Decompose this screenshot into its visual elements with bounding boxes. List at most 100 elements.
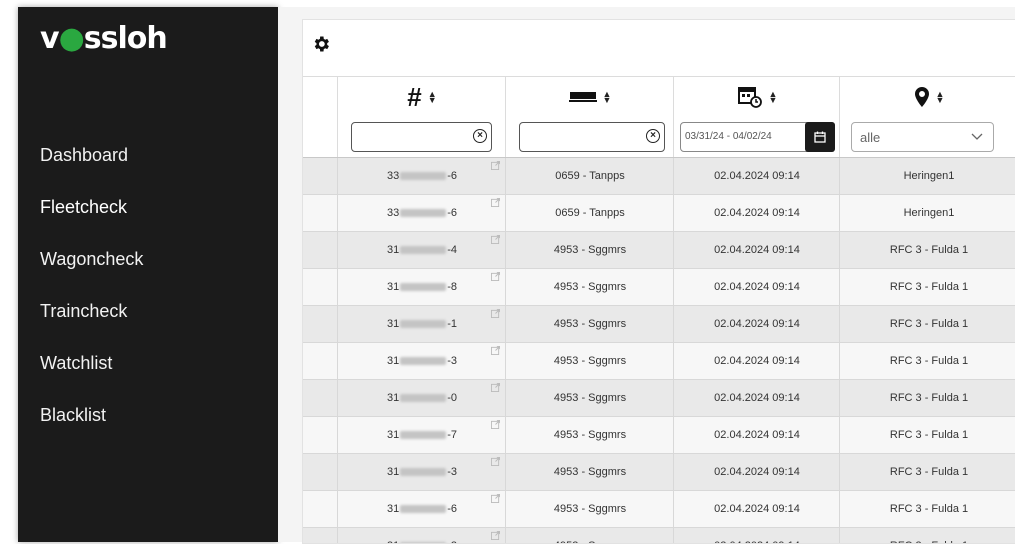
sort-arrows-icon: ▲ ▼: [935, 89, 945, 105]
external-link-icon[interactable]: [491, 346, 500, 355]
cell-number[interactable]: 31 -1: [337, 306, 506, 342]
wagon-filter-input[interactable]: ×: [519, 122, 665, 152]
sidebar-item-watchlist[interactable]: Watchlist: [40, 350, 143, 402]
column-header-number: # ▲ ▼ ×: [337, 77, 506, 157]
table-row[interactable]: 31-34953 - Sggmrs02.04.2024 09:14RFC 3 -…: [303, 343, 1015, 380]
redacted-text: [400, 209, 447, 218]
column-header-wagon: ▲ ▼ ×: [505, 77, 674, 157]
cell-location: RFC 3 - Fulda 1: [839, 380, 1015, 416]
number-filter-input[interactable]: ×: [351, 122, 492, 152]
table-row[interactable]: 31 -6 4953 - Sggmrs 02.04.2024 09:14 RFC 3 -…: [303, 491, 1015, 528]
cell-date: 02.04.2024 09:14: [673, 380, 840, 416]
logo-mark-icon: ●: [58, 21, 85, 56]
external-link-icon[interactable]: [491, 383, 500, 392]
sort-arrows-icon: ▲ ▼: [602, 89, 612, 105]
external-link-icon[interactable]: [491, 161, 500, 170]
external-link-icon[interactable]: [491, 235, 500, 244]
table-row[interactable]: 33 -6 0659 - Tanpps 02.04.2024 09:14 Heringe…: [303, 195, 1015, 232]
calendar-icon: [814, 131, 826, 143]
table-body: 33 -6 0659 - Tanpps 02.04.2024 09:14 Heringe…: [303, 158, 1015, 543]
external-link-icon[interactable]: [491, 309, 500, 318]
redacted-text: [400, 172, 447, 181]
column-header-location: ▲ ▼ alle: [839, 77, 1015, 157]
cell-wagon: 4953 - Sggmrs: [505, 454, 674, 490]
table-row[interactable]: 31 -8 4953 - Sggmrs 02.04.2024 09:14 RFC 3 -…: [303, 269, 1015, 306]
clear-number-filter-icon[interactable]: ×: [473, 129, 487, 143]
cell-number[interactable]: 31 -8: [337, 269, 506, 305]
clear-wagon-filter-icon[interactable]: ×: [646, 129, 660, 143]
table-row[interactable]: 31-34953 - Sggmrs02.04.2024 09:14RFC 3 -…: [303, 454, 1015, 491]
cell-number[interactable]: 33 -6: [337, 195, 506, 231]
calendar-clock-icon: [737, 87, 762, 108]
table-row[interactable]: 33 -6 0659 - Tanpps 02.04.2024 09:14 Heringe…: [303, 158, 1015, 195]
cell-location: RFC 3 - Fulda 1: [839, 269, 1015, 305]
redacted-text: [400, 468, 447, 477]
cell-number[interactable]: 31 -0: [337, 380, 506, 416]
redacted-text: [400, 246, 447, 255]
location-pin-icon: [914, 87, 929, 107]
cell-number[interactable]: 33 -6: [337, 158, 506, 194]
external-link-icon[interactable]: [491, 531, 500, 540]
sort-arrows-icon: ▲ ▼: [427, 89, 437, 105]
external-link-icon[interactable]: [491, 272, 500, 281]
cell-number[interactable]: 31-3: [337, 343, 506, 379]
redacted-text: [400, 283, 447, 292]
redacted-text: [400, 320, 447, 329]
redacted-text: [400, 357, 447, 366]
date-range-input[interactable]: 03/31/24 - 04/02/24: [680, 122, 835, 152]
cell-number[interactable]: 31-3: [337, 454, 506, 490]
cell-location: RFC 3 - Fulda 1: [839, 417, 1015, 453]
vossloh-logo[interactable]: v●ssloh: [40, 21, 168, 56]
sort-date[interactable]: ▲ ▼: [674, 77, 840, 117]
cell-date: 02.04.2024 09:14: [673, 343, 840, 379]
location-select[interactable]: alle: [851, 122, 994, 152]
hash-icon: #: [407, 81, 422, 112]
cell-number[interactable]: 31 -7: [337, 417, 506, 453]
sort-arrows-icon: ▲ ▼: [768, 89, 778, 105]
external-link-icon[interactable]: [491, 198, 500, 207]
sidebar-item-dashboard[interactable]: Dashboard: [40, 142, 143, 194]
table-row[interactable]: 31 -0 4953 - Sggmrs 02.04.2024 09:14 RFC 3 -…: [303, 380, 1015, 417]
cell-date: 02.04.2024 09:14: [673, 158, 840, 194]
cell-wagon: 4953 - Sggmrs: [505, 380, 674, 416]
table-row[interactable]: 31 -4 4953 - Sggmrs 02.04.2024 09:14 RFC 3 -…: [303, 232, 1015, 269]
table-row[interactable]: 31 -1 4953 - Sggmrs 02.04.2024 09:14 RFC 3 -…: [303, 306, 1015, 343]
cell-wagon: 0659 - Tanpps: [505, 195, 674, 231]
cell-number[interactable]: 31 -6: [337, 491, 506, 527]
cell-date: 02.04.2024 09:14: [673, 269, 840, 305]
cell-wagon: 4953 - Sggmrs: [505, 306, 674, 342]
cell-wagon: 4953 - Sggmrs: [505, 491, 674, 527]
sidebar-item-fleetcheck[interactable]: Fleetcheck: [40, 194, 143, 246]
sidebar-nav: Dashboard Fleetcheck Wagoncheck Trainche…: [40, 142, 143, 454]
sidebar: v●ssloh Dashboard Fleetcheck Wagoncheck …: [18, 7, 278, 542]
redacted-text: [400, 505, 447, 514]
sidebar-item-blacklist[interactable]: Blacklist: [40, 402, 143, 454]
cell-date: 02.04.2024 09:14: [673, 454, 840, 490]
redacted-text: [400, 431, 447, 440]
external-link-icon[interactable]: [491, 494, 500, 503]
cell-number[interactable]: 31 -4: [337, 232, 506, 268]
cell-date: 02.04.2024 09:14: [673, 417, 840, 453]
sort-location[interactable]: ▲ ▼: [840, 77, 1015, 117]
sort-wagon[interactable]: ▲ ▼: [506, 77, 674, 117]
cell-location: RFC 3 - Fulda 1: [839, 454, 1015, 490]
cell-date: 02.04.2024 09:14: [673, 306, 840, 342]
column-header-date: ▲ ▼ 03/31/24 - 04/02/24: [673, 77, 840, 157]
cell-wagon: 4953 - Sggmrs: [505, 417, 674, 453]
cell-wagon: 4953 - Sggmrs: [505, 269, 674, 305]
external-link-icon[interactable]: [491, 457, 500, 466]
external-link-icon[interactable]: [491, 420, 500, 429]
cell-location: Heringen1: [839, 195, 1015, 231]
table-header: # ▲ ▼ × ▲ ▼ × ▲ ▼ 03/31/24 - 04/02/24 ▲ …: [303, 76, 1015, 159]
cell-wagon: 4953 - Sggmrs: [505, 232, 674, 268]
sidebar-item-wagoncheck[interactable]: Wagoncheck: [40, 246, 143, 298]
cell-wagon: 4953 - Sggmrs: [505, 343, 674, 379]
calendar-picker-button[interactable]: [805, 122, 835, 152]
settings-gear-icon[interactable]: [311, 34, 331, 54]
cell-location: Heringen1: [839, 158, 1015, 194]
sort-number[interactable]: # ▲ ▼: [338, 77, 506, 117]
cell-date: 02.04.2024 09:14: [673, 232, 840, 268]
sidebar-item-traincheck[interactable]: Traincheck: [40, 298, 143, 350]
redacted-text: [400, 394, 447, 403]
table-row[interactable]: 31 -7 4953 - Sggmrs 02.04.2024 09:14 RFC 3 -…: [303, 417, 1015, 454]
